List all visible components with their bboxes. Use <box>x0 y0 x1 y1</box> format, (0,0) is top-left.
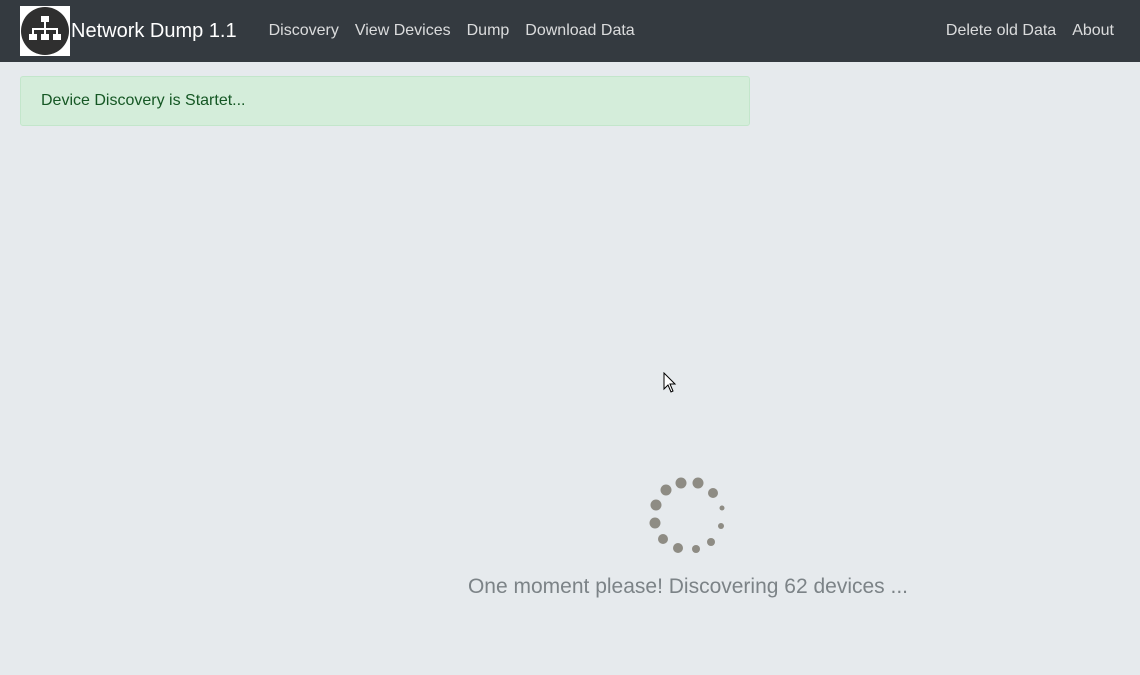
nav-right-links: Delete old Data About <box>938 22 1122 40</box>
mouse-cursor-icon <box>663 371 677 394</box>
nav-link-download-data[interactable]: Download Data <box>517 22 642 40</box>
discovery-status-message: One moment please! Discovering 62 device… <box>467 575 909 598</box>
network-hierarchy-icon <box>20 6 70 56</box>
alert-message: Device Discovery is Startet... <box>41 92 246 109</box>
nav-link-discovery[interactable]: Discovery <box>261 22 347 40</box>
nav-link-delete-old-data[interactable]: Delete old Data <box>938 22 1064 40</box>
app-title: Network Dump 1.1 <box>71 19 237 42</box>
nav-link-about[interactable]: About <box>1064 22 1122 40</box>
nav-link-view-devices[interactable]: View Devices <box>347 22 459 40</box>
nav-main-links: Discovery View Devices Dump Download Dat… <box>261 22 643 40</box>
loading-dots-spinner-icon <box>647 474 729 556</box>
brand-link[interactable]: Network Dump 1.1 <box>20 6 237 56</box>
discovery-started-alert: Device Discovery is Startet... <box>20 76 750 126</box>
nav-link-dump[interactable]: Dump <box>459 22 518 40</box>
top-navbar: Network Dump 1.1 Discovery View Devices … <box>0 0 1140 62</box>
